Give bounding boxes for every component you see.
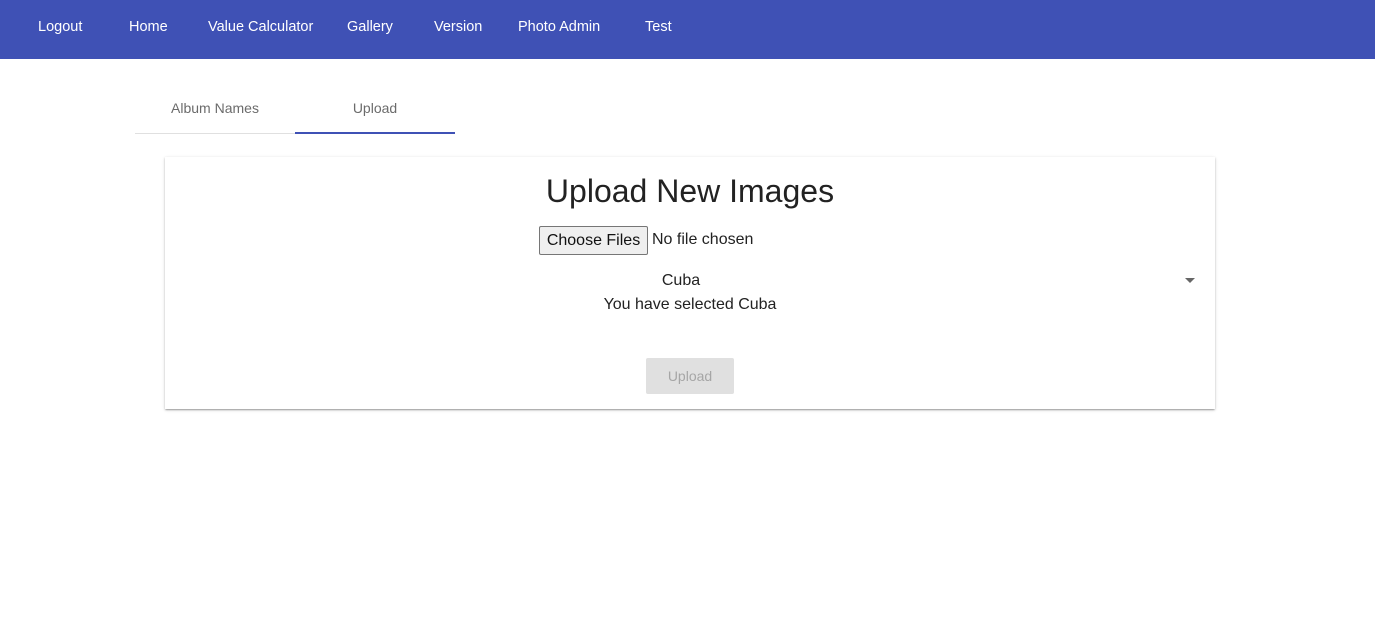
file-status-text: No file chosen (652, 231, 754, 248)
nav-logout[interactable]: Logout (38, 18, 82, 36)
chevron-down-icon (1185, 278, 1195, 283)
nav-test[interactable]: Test (645, 18, 672, 36)
page-title: Upload New Images (545, 173, 835, 209)
tab-album-names[interactable]: Album Names (135, 59, 295, 132)
nav-gallery[interactable]: Gallery (347, 18, 393, 36)
upload-card: Upload New Images Choose Files No file c… (165, 157, 1215, 409)
top-nav-bar: Logout Home Value Calculator Gallery Ver… (0, 0, 1375, 59)
upload-button[interactable]: Upload (646, 358, 734, 394)
choose-files-button[interactable]: Choose Files (539, 226, 648, 255)
album-select-value: Cuba (661, 272, 701, 289)
tab-upload[interactable]: Upload (295, 59, 455, 132)
active-tab-indicator (295, 132, 455, 134)
album-select[interactable]: Cuba (165, 269, 1205, 293)
tab-bar: Album Names Upload (135, 59, 455, 134)
nav-home[interactable]: Home (129, 18, 168, 36)
nav-photo-admin[interactable]: Photo Admin (518, 18, 600, 36)
nav-version[interactable]: Version (434, 18, 482, 36)
nav-value-calculator[interactable]: Value Calculator (208, 18, 313, 36)
selected-album-message: You have selected Cuba (603, 296, 777, 313)
